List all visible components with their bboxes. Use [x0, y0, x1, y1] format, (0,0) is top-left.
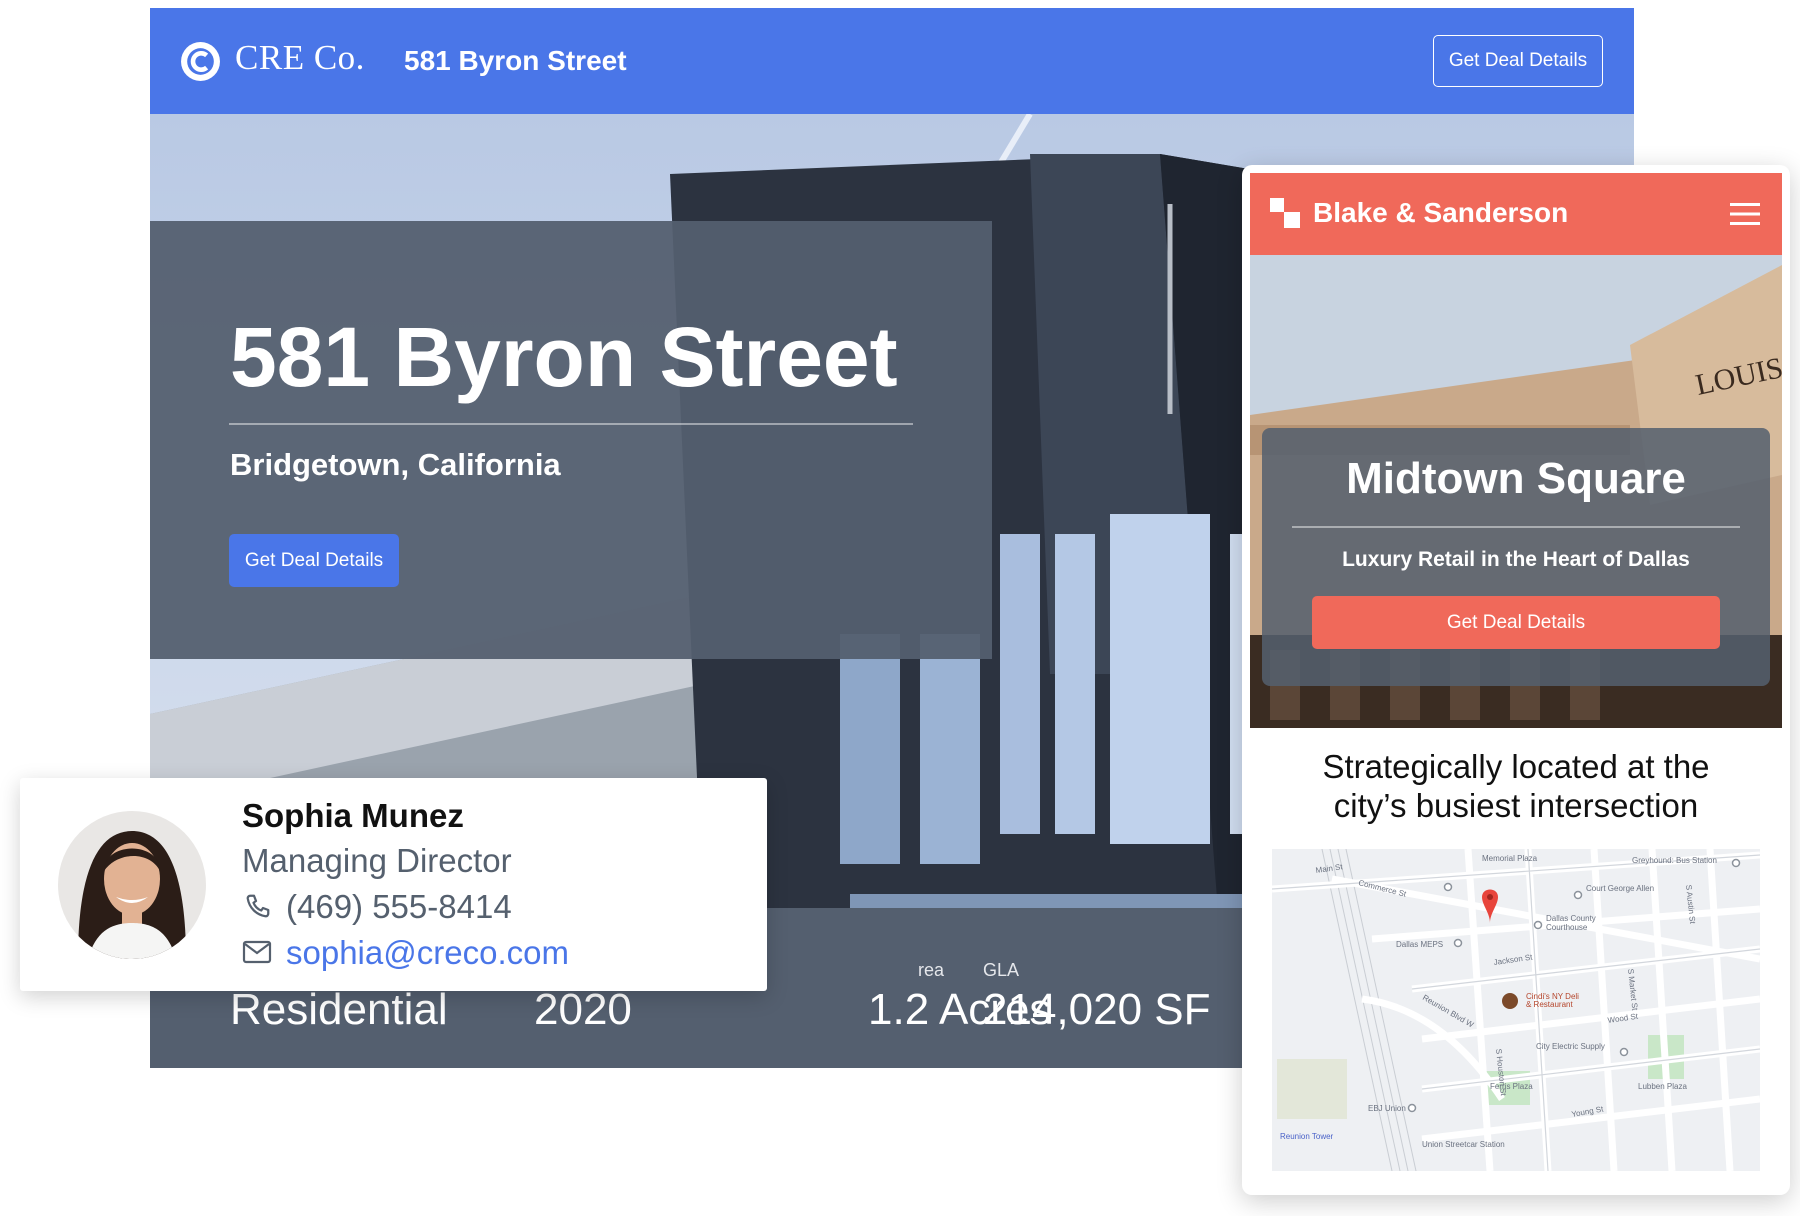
location-tagline: Strategically located at the city’s busi… — [1242, 747, 1790, 825]
mobile-hero-divider — [1292, 526, 1740, 528]
tagline-line-1: Strategically located at the — [1322, 748, 1710, 785]
mail-icon — [242, 940, 272, 964]
map-label: EBJ Union — [1368, 1104, 1406, 1113]
blake-logo-icon — [1270, 198, 1300, 228]
stat-value: 2020 — [534, 985, 632, 1034]
header-property-title: 581 Byron Street — [404, 45, 627, 76]
map-label: Reunion Tower — [1280, 1132, 1334, 1141]
mobile-hero-title: Midtown Square — [1346, 454, 1686, 503]
phone-icon — [246, 894, 270, 918]
hero-divider — [229, 423, 913, 425]
tagline-line-2: city’s busiest intersection — [1333, 787, 1699, 824]
desktop-header: CRE Co. 581 Byron Street Get Deal Detail… — [150, 8, 1634, 114]
contact-name: Sophia Munez — [242, 797, 464, 834]
hero-get-deal-details-button[interactable]: Get Deal Details — [229, 534, 399, 587]
location-map[interactable]: Memorial Plaza Greyhound: Bus Station Ma… — [1272, 849, 1760, 1171]
cre-brand-name: CRE Co. — [235, 38, 365, 77]
contact-role: Managing Director — [242, 842, 512, 879]
avatar — [58, 811, 206, 959]
map-label: Courthouse — [1546, 923, 1588, 932]
stat-value: 214,020 SF — [983, 985, 1211, 1034]
mobile-hero-panel: Midtown Square Luxury Retail in the Hear… — [1262, 428, 1770, 686]
stat-label: GLA — [983, 960, 1020, 980]
mobile-hero-subtitle: Luxury Retail in the Heart of Dallas — [1342, 548, 1690, 571]
mobile-get-deal-details-button[interactable]: Get Deal Details — [1312, 596, 1720, 649]
mobile-header: Blake & Sanderson — [1250, 173, 1782, 255]
map-label: Greyhound: Bus Station — [1632, 856, 1717, 865]
map-label: & Restaurant — [1526, 1000, 1573, 1009]
desktop-hero-panel: 581 Byron Street Bridgetown, California … — [150, 221, 992, 659]
map-label: Union Streetcar Station — [1422, 1140, 1505, 1149]
agent-contact-card: Sophia Munez Managing Director (469) 555… — [20, 778, 767, 991]
hamburger-menu-icon[interactable] — [1730, 202, 1760, 226]
map-label: Lubben Plaza — [1638, 1082, 1687, 1091]
map-label: Dallas County — [1546, 914, 1596, 923]
cre-logo-icon — [181, 42, 220, 81]
hero-title: 581 Byron Street — [230, 310, 898, 404]
map-label: Dallas MEPS — [1396, 940, 1443, 949]
header-get-deal-details-button[interactable]: Get Deal Details — [1433, 35, 1603, 87]
contact-email-link[interactable]: sophia@creco.com — [286, 934, 569, 972]
map-label: Ferris Plaza — [1490, 1082, 1533, 1091]
map-label: City Electric Supply — [1536, 1042, 1605, 1051]
stat-value: Residential — [230, 985, 448, 1034]
map-label: Memorial Plaza — [1482, 854, 1538, 863]
mobile-site-mockup: Blake & Sanderson LOUIS V Midtown Square… — [1242, 165, 1790, 1195]
map-label: Court George Allen — [1586, 884, 1654, 893]
hero-location: Bridgetown, California — [230, 447, 561, 482]
stat-label: rea — [918, 960, 945, 980]
blake-brand-name: Blake & Sanderson — [1313, 197, 1569, 228]
contact-phone-link[interactable]: (469) 555-8414 — [286, 888, 512, 926]
